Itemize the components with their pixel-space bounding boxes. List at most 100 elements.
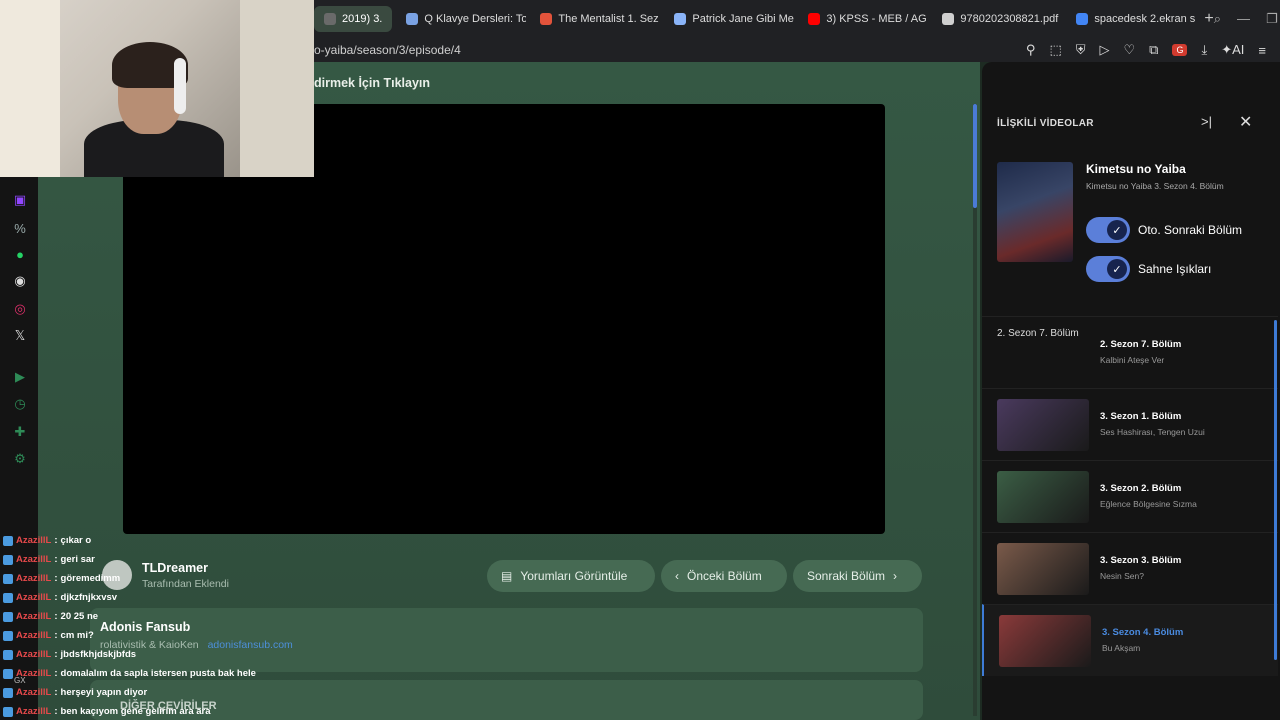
download-icon[interactable]: ⤓	[1201, 42, 1207, 58]
featured-subtitle: Kimetsu no Yaiba 3. Sezon 4. Bölüm	[1086, 181, 1224, 191]
collapse-panel-icon[interactable]: >|	[1201, 114, 1212, 129]
gx-label: GX	[14, 676, 26, 685]
screenshot-icon[interactable]: ⬚	[1049, 42, 1061, 58]
next-episode-button[interactable]: Sonraki Bölüm ›	[793, 560, 922, 592]
episode-thumbnail[interactable]	[997, 399, 1089, 451]
webcam-window-bg	[0, 0, 60, 177]
episode-title: 3. Sezon 1. Bölüm	[1100, 411, 1182, 422]
player-icon[interactable]: ▶	[11, 368, 29, 386]
search-tabs-icon[interactable]: ⌕	[1214, 11, 1221, 27]
chat-badge-icon	[3, 668, 13, 679]
chat-line: AzazillL: djkzfnjkxvsv	[0, 588, 300, 607]
previous-episode-button[interactable]: ‹ Önceki Bölüm	[661, 560, 787, 592]
chat-badge-icon	[3, 630, 13, 641]
view-comments-label: Yorumları Görüntüle	[520, 569, 628, 583]
url-text[interactable]: o-yaiba/season/3/episode/4	[314, 43, 461, 57]
maximize-icon[interactable]: ❐	[1266, 11, 1278, 27]
episode-subtitle: Ses Hashirası, Tengen Uzui	[1100, 427, 1205, 437]
lights-label: Sahne Işıkları	[1138, 262, 1212, 276]
episode-item[interactable]: 3. Sezon 2. Bölüm Eğlence Bölgesine Sızma	[982, 460, 1278, 532]
twitch-icon[interactable]: ▣	[11, 191, 29, 209]
chat-username: AzazillL	[16, 630, 52, 641]
chat-separator: :	[54, 611, 58, 622]
browser-tab[interactable]: 9780202308821.pdf	[932, 6, 1062, 32]
episode-thumbnail[interactable]	[999, 615, 1091, 667]
play-icon[interactable]: ▷	[1100, 42, 1110, 58]
episode-list: 2. Sezon 7. Bölüm 2. Sezon 7. Bölüm Kalbin…	[982, 316, 1278, 676]
lights-toggle-row[interactable]: ✓ Sahne Işıkları	[1086, 256, 1211, 282]
lights-toggle[interactable]: ✓	[1086, 256, 1130, 282]
browser-tab[interactable]: Patrick Jane Gibi Me	[664, 6, 794, 32]
episode-item[interactable]: 2. Sezon 7. Bölüm 2. Sezon 7. Bölüm Kalbin…	[982, 316, 1278, 388]
check-icon: ✓	[1107, 220, 1127, 240]
close-panel-icon[interactable]: ✕	[1239, 112, 1252, 132]
pin-icon[interactable]: ⚲	[1026, 42, 1036, 58]
episode-item[interactable]: 3. Sezon 3. Bölüm Nesin Sen?	[982, 532, 1278, 604]
autonext-toggle[interactable]: ✓	[1086, 217, 1130, 243]
chat-separator: :	[54, 649, 58, 660]
chat-message: herşeyi yapın diyor	[60, 687, 148, 698]
history-icon[interactable]: ◷	[11, 395, 29, 413]
featured-title[interactable]: Kimetsu no Yaiba	[1086, 162, 1186, 176]
autonext-toggle-row[interactable]: ✓ Oto. Sonraki Bölüm	[1086, 217, 1242, 243]
stream-chat: AzazillL: çıkar o AzazillL: geri sar Azazill…	[0, 531, 300, 720]
episode-item[interactable]: 3. Sezon 4. Bölüm Bu Akşam	[982, 604, 1278, 676]
chat-line: AzazillL: domalalım da sapla istersen pus…	[0, 664, 300, 683]
tab-label: 9780202308821.pdf	[960, 13, 1059, 25]
autonext-label: Oto. Sonraki Bölüm	[1138, 223, 1243, 237]
chat-line: AzazillL: geri sar	[0, 550, 300, 569]
extensions-icon[interactable]: ⧉	[1149, 42, 1158, 58]
chat-separator: :	[54, 706, 58, 717]
new-tab-button[interactable]: +	[1204, 10, 1213, 28]
browser-tab[interactable]: Q Klavye Dersleri: To	[396, 6, 526, 32]
chat-line: AzazillL:20 25 ne	[0, 607, 300, 626]
chat-line: AzazillL: ben kaçıyom gene gelirim ara ar…	[0, 702, 300, 720]
tab-label: Patrick Jane Gibi Me	[692, 13, 794, 25]
chat-separator: :	[54, 687, 58, 698]
heart-icon[interactable]: ♡	[1124, 42, 1136, 58]
chat-message: domalalım da sapla istersen pusta bak he…	[60, 668, 256, 679]
x-icon[interactable]: 𝕏	[11, 327, 29, 345]
ai-icon[interactable]: ✦AI	[1221, 42, 1244, 58]
click-banner[interactable]: dirmek İçin Tıklayın	[314, 76, 430, 90]
extensions-sidebar-icon[interactable]: ✚	[11, 423, 29, 441]
browser-tab[interactable]: The Mentalist 1. Sez	[530, 6, 660, 32]
chat-line: AzazillL: cm mi?	[0, 626, 300, 645]
tab-favicon-icon	[1076, 13, 1089, 25]
tab-label: The Mentalist 1. Sez	[558, 13, 659, 25]
chat-message: çıkar o	[60, 535, 92, 546]
browser-tab[interactable]: 2019) 3.	[314, 6, 393, 32]
percent-icon[interactable]: %	[11, 219, 29, 237]
featured-poster[interactable]	[997, 162, 1073, 262]
shield-icon[interactable]: ⛨	[1076, 42, 1086, 58]
tab-label: Q Klavye Dersleri: To	[424, 13, 527, 25]
browser-tab[interactable]: spacedesk 2.ekran s	[1066, 6, 1196, 32]
tab-favicon-icon	[324, 13, 336, 25]
episode-thumbnail[interactable]	[997, 543, 1089, 595]
episode-subtitle: Kalbini Ateşe Ver	[1100, 355, 1165, 365]
view-comments-button[interactable]: ▤ Yorumları Görüntüle	[487, 560, 655, 592]
page-scrollbar-thumb[interactable]	[973, 104, 977, 208]
episode-thumbnail[interactable]	[997, 471, 1089, 523]
extension-badge-icon[interactable]: G	[1172, 44, 1188, 56]
chat-badge-icon	[3, 611, 13, 622]
episode-item[interactable]: 3. Sezon 1. Bölüm Ses Hashirası, Tengen U…	[982, 388, 1278, 460]
previous-episode-label: Önceki Bölüm	[687, 569, 762, 583]
chat-username: AzazillL	[16, 535, 52, 546]
webcam-overlay	[0, 0, 314, 177]
episode-thumbnail[interactable]: 2. Sezon 7. Bölüm	[997, 327, 1089, 379]
browser-tab[interactable]: 3) KPSS - MEB / AG	[798, 6, 928, 32]
minimize-icon[interactable]: —	[1237, 11, 1250, 27]
chat-badge-icon	[3, 649, 13, 660]
chat-separator: :	[54, 592, 58, 603]
chat-separator: :	[54, 630, 58, 641]
settings-icon[interactable]: ⚙	[11, 450, 29, 468]
episode-list-scrollbar[interactable]	[1274, 320, 1277, 660]
discord-icon[interactable]: ◉	[11, 272, 29, 290]
whatsapp-icon[interactable]: ●	[11, 245, 29, 263]
tab-label: spacedesk 2.ekran s	[1094, 13, 1196, 25]
tab-favicon-icon	[540, 13, 553, 25]
menu-icon[interactable]: ≡	[1258, 43, 1266, 58]
instagram-icon[interactable]: ◎	[11, 300, 29, 318]
chat-message: 20 25 ne	[60, 611, 99, 622]
